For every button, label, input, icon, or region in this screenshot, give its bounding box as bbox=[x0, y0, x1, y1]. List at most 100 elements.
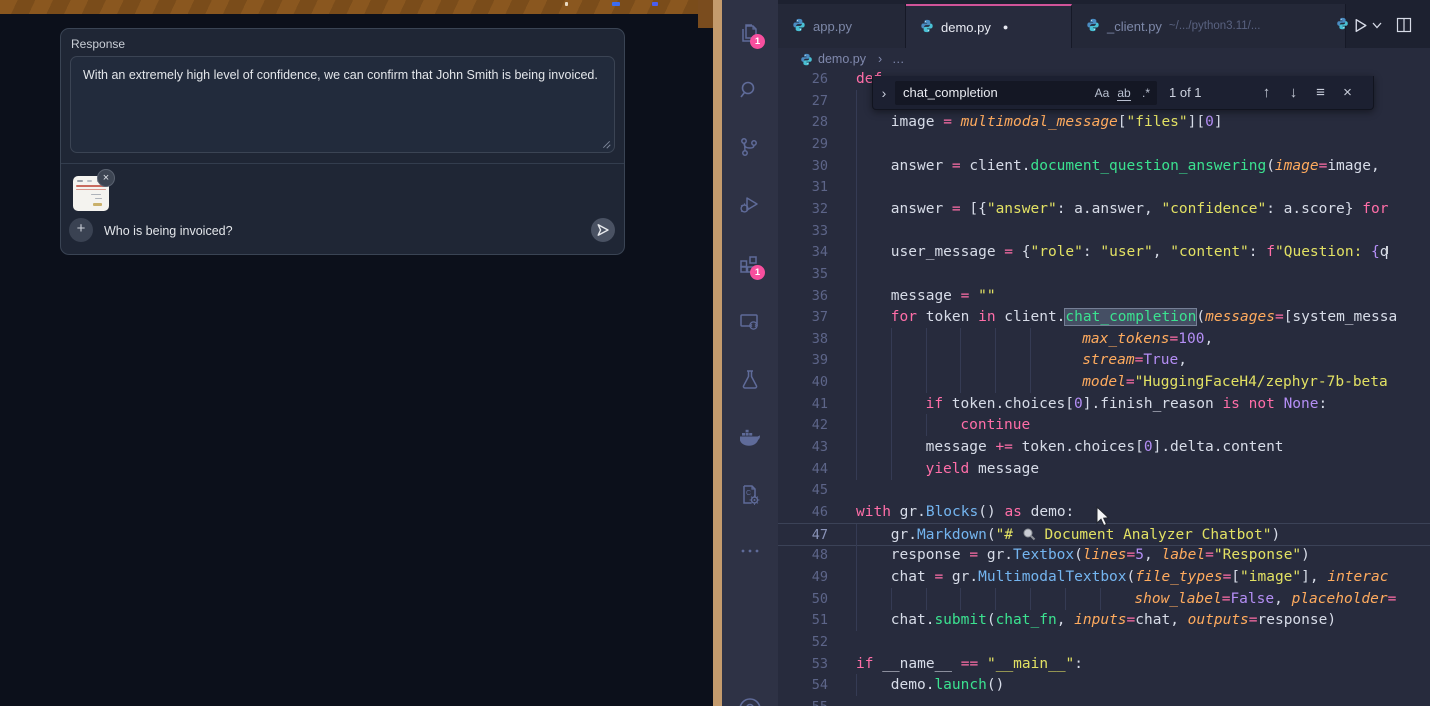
line-number: 41 bbox=[778, 393, 828, 415]
line-number: 35 bbox=[778, 263, 828, 285]
activity-remote-explorer-icon[interactable] bbox=[722, 297, 778, 347]
indent-guide bbox=[856, 674, 857, 696]
indent-guide bbox=[1100, 588, 1101, 610]
regex-toggle[interactable]: .* bbox=[1135, 86, 1157, 100]
indent-guide bbox=[1065, 588, 1066, 610]
code-text: if __name__ == "__main__": bbox=[856, 653, 1083, 675]
response-label: Response bbox=[71, 37, 125, 51]
python-icon bbox=[1336, 17, 1349, 35]
response-textarea[interactable]: With an extremely high level of confiden… bbox=[70, 56, 615, 153]
run-button[interactable] bbox=[1352, 17, 1369, 34]
activity-explorer-icon[interactable]: 1 bbox=[722, 8, 778, 58]
indent-guide bbox=[891, 349, 892, 371]
tabs: app.py demo.py● _client.py~/.../python3.… bbox=[778, 4, 1346, 48]
activity-testing-icon[interactable] bbox=[722, 355, 778, 405]
chat-input[interactable]: Who is being invoiced? bbox=[104, 224, 233, 238]
find-close-button[interactable]: × bbox=[1334, 84, 1361, 101]
indent-guide bbox=[891, 458, 892, 480]
screen: Response With an extremely high level of… bbox=[0, 0, 1430, 706]
indent-guide bbox=[856, 285, 857, 307]
code-line: 38max_tokens=100, bbox=[778, 328, 1430, 350]
svg-text:C: C bbox=[746, 490, 751, 497]
indent-guide bbox=[856, 328, 857, 350]
breadcrumb-file[interactable]: demo.py bbox=[818, 52, 866, 66]
code-text: message = "" bbox=[891, 285, 996, 307]
tab-label: app.py bbox=[813, 19, 852, 34]
code-text: show_label=False, placeholder= bbox=[1134, 588, 1396, 610]
find-previous-button[interactable]: ↑ bbox=[1253, 84, 1280, 101]
send-button[interactable] bbox=[591, 218, 615, 242]
activity-docker-icon[interactable] bbox=[722, 412, 778, 462]
activity-account-icon[interactable] bbox=[722, 682, 778, 706]
indent-guide bbox=[856, 90, 857, 112]
send-icon bbox=[596, 223, 610, 237]
whole-word-toggle[interactable]: ab bbox=[1113, 86, 1135, 100]
python-icon bbox=[800, 53, 813, 69]
code-line: 33 bbox=[778, 220, 1430, 242]
code-line: 29 bbox=[778, 133, 1430, 155]
python-icon2 bbox=[920, 19, 934, 36]
line-number: 53 bbox=[778, 653, 828, 675]
tab-app.py[interactable]: app.py bbox=[778, 4, 906, 48]
match-case-toggle[interactable]: Aa bbox=[1091, 86, 1113, 100]
line-number: 52 bbox=[778, 631, 828, 653]
tab-demo.py[interactable]: demo.py● bbox=[906, 4, 1072, 48]
indent-guide bbox=[856, 306, 857, 328]
activity-more-icon[interactable] bbox=[722, 526, 778, 576]
line-number: 28 bbox=[778, 111, 828, 133]
find-widget: › chat_completion Aa ab .* 1 of 1 ↑ ↓ ≡ … bbox=[872, 76, 1374, 110]
remove-image-button[interactable]: × bbox=[97, 169, 115, 187]
indent-guide bbox=[856, 609, 857, 631]
line-number: 42 bbox=[778, 414, 828, 436]
line-number: 48 bbox=[778, 544, 828, 566]
indent-guide bbox=[1030, 328, 1031, 350]
activity-file-gear-icon[interactable]: C bbox=[722, 470, 778, 520]
breadcrumb-more[interactable]: … bbox=[892, 52, 905, 66]
browser-chrome-strip bbox=[0, 0, 713, 14]
code-text: for token in client.chat_completion(mess… bbox=[891, 306, 1397, 328]
code-text: with gr.Blocks() as demo: bbox=[856, 501, 1074, 523]
indent-guide bbox=[891, 588, 892, 610]
indent-guide bbox=[856, 588, 857, 610]
code-text: continue bbox=[960, 414, 1030, 436]
find-input[interactable]: chat_completion Aa ab .* bbox=[895, 81, 1157, 105]
find-query[interactable]: chat_completion bbox=[895, 85, 1091, 100]
breadcrumb-separator: › bbox=[878, 52, 882, 66]
code-line: 50show_label=False, placeholder= bbox=[778, 588, 1430, 610]
line-number: 36 bbox=[778, 285, 828, 307]
find-in-selection-button[interactable]: ≡ bbox=[1307, 84, 1334, 101]
run-dropdown-chevron[interactable] bbox=[1372, 22, 1382, 29]
indent-guide bbox=[856, 263, 857, 285]
indent-guide bbox=[856, 458, 857, 480]
activity-extensions-icon[interactable]: 1 bbox=[722, 239, 778, 289]
extensions-badge: 1 bbox=[750, 265, 765, 280]
find-toggle-chevron[interactable]: › bbox=[873, 85, 895, 101]
code-text: chat.submit(chat_fn, inputs=chat, output… bbox=[891, 609, 1336, 631]
indent-guide bbox=[856, 566, 857, 588]
code-line: 42 continue bbox=[778, 414, 1430, 436]
indent-guide bbox=[960, 349, 961, 371]
indent-guide bbox=[891, 371, 892, 393]
indent-guide bbox=[926, 328, 927, 350]
activity-search-icon[interactable] bbox=[722, 66, 778, 116]
line-number: 38 bbox=[778, 328, 828, 350]
indent-guide bbox=[995, 371, 996, 393]
gradio-app: Response With an extremely high level of… bbox=[0, 0, 713, 706]
line-number: 39 bbox=[778, 349, 828, 371]
indent-guide bbox=[891, 328, 892, 350]
line-number: 55 bbox=[778, 696, 828, 706]
chrome-speck bbox=[565, 2, 568, 6]
split-editor-button[interactable] bbox=[1396, 17, 1412, 33]
indent-guide bbox=[1030, 588, 1031, 610]
indent-guide bbox=[995, 588, 996, 610]
activity-source-control-icon[interactable] bbox=[722, 123, 778, 173]
attach-file-button[interactable]: + bbox=[69, 218, 93, 242]
line-number: 51 bbox=[778, 609, 828, 631]
tab-_client.py[interactable]: _client.py~/.../python3.11/... bbox=[1072, 4, 1346, 48]
resize-handle[interactable] bbox=[602, 140, 611, 149]
code-line: 43message += token.choices[0].delta.cont… bbox=[778, 436, 1430, 458]
indent-guide bbox=[856, 133, 857, 155]
activity-run-debug-icon[interactable] bbox=[722, 181, 778, 231]
find-next-button[interactable]: ↓ bbox=[1280, 84, 1307, 101]
indent-guide bbox=[856, 393, 857, 415]
